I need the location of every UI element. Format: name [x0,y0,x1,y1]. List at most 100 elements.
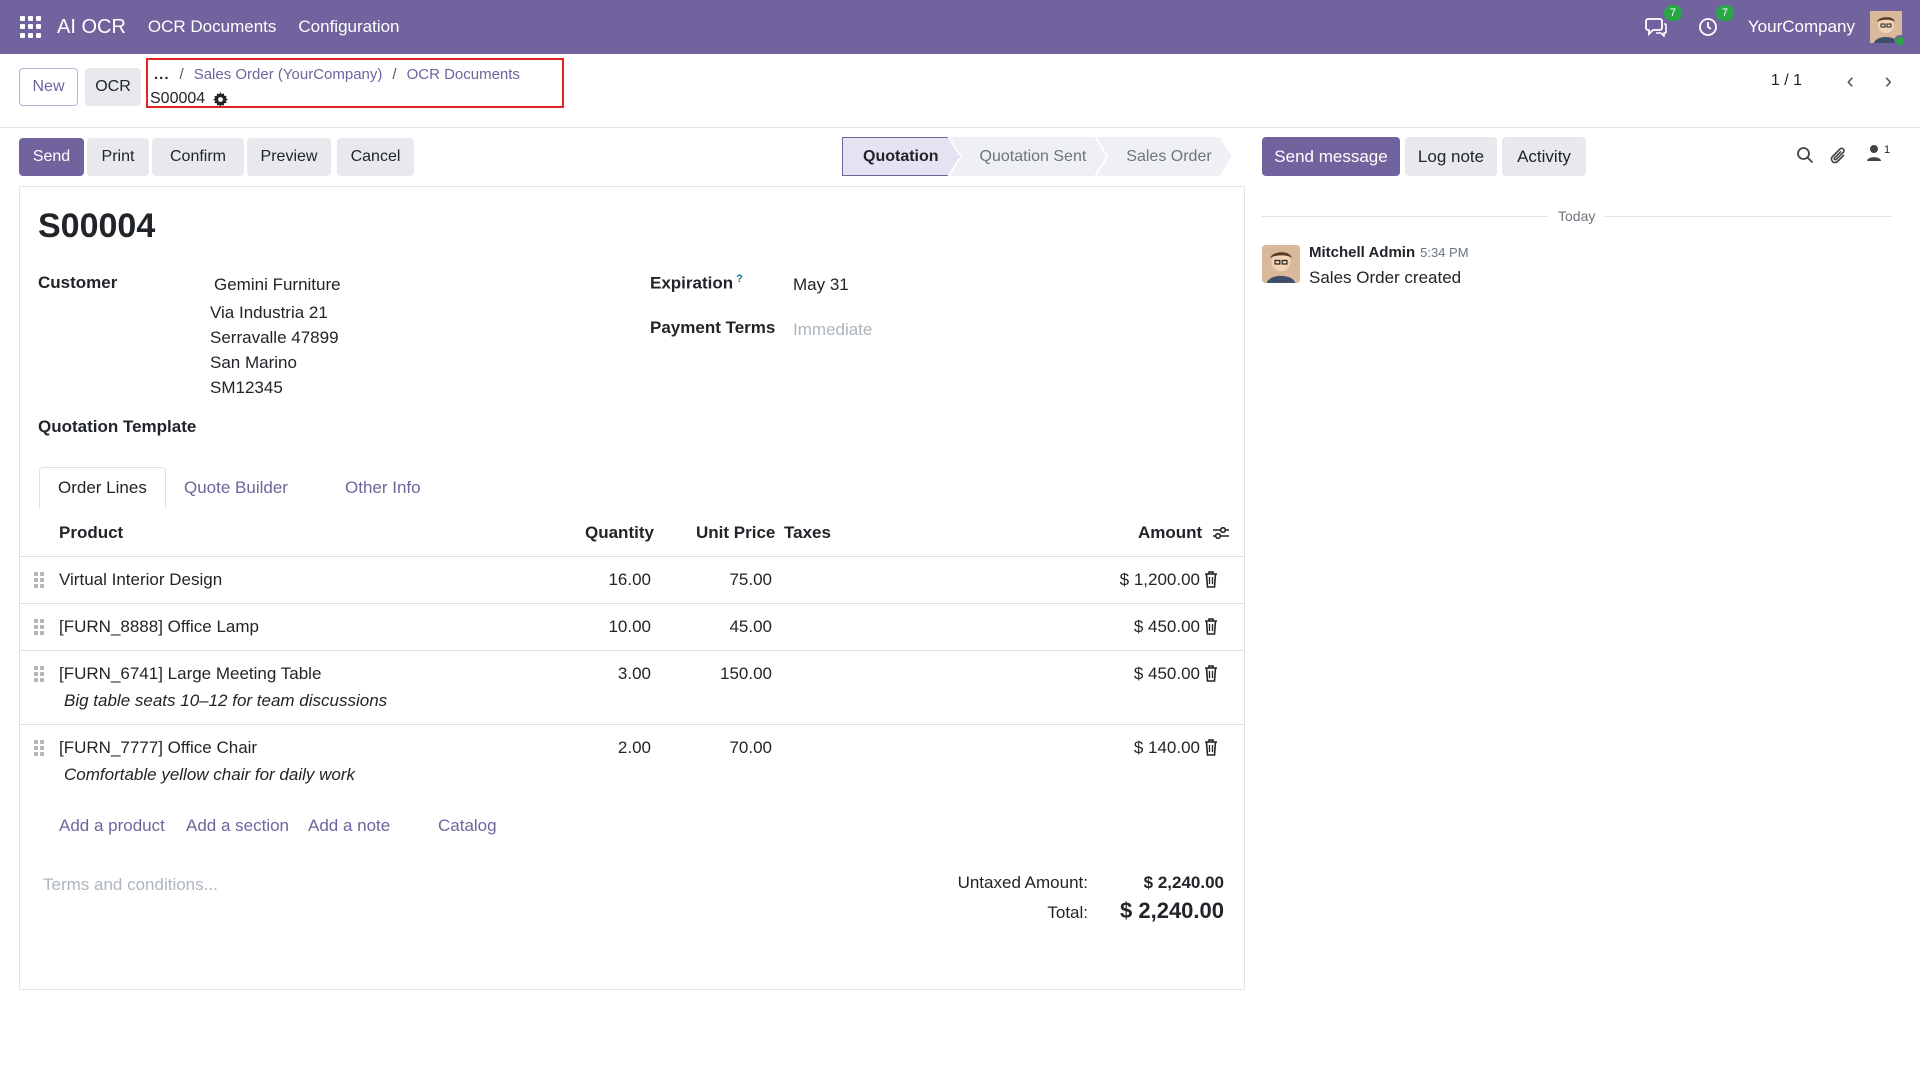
quotation-template-label: Quotation Template [38,417,197,436]
help-tooltip-icon[interactable]: ? [736,273,743,285]
cancel-button[interactable]: Cancel [337,138,414,176]
page-title: S00004 [38,207,156,245]
address-line-city: Serravalle 47899 [210,328,339,347]
menu-configuration[interactable]: Configuration [298,17,399,37]
current-record: S00004 [150,90,229,108]
total-label: Total: [1047,903,1088,922]
payment-terms-field[interactable]: Immediate [793,320,872,340]
row-amount: $ 140.00 [1133,738,1200,757]
delete-trash-icon[interactable] [1204,739,1218,756]
table-row[interactable]: [FURN_8888] Office Lamp 10.00 45.00 $ 45… [20,604,1244,651]
delete-trash-icon[interactable] [1204,618,1218,635]
new-button[interactable]: New [19,68,78,106]
column-unit-price[interactable]: Unit Price [696,523,775,543]
message-author: Mitchell Admin 5:34 PM [1309,244,1469,261]
column-quantity[interactable]: Quantity [585,523,654,543]
drag-handle-icon[interactable] [34,740,44,756]
untaxed-amount-value: $ 2,240.00 [1143,873,1224,892]
confirm-button[interactable]: Confirm [152,138,244,176]
author-avatar[interactable] [1262,245,1300,283]
row-product[interactable]: [FURN_8888] Office Lamp [59,617,259,637]
add-product-link[interactable]: Add a product [59,816,165,836]
row-unit-price[interactable]: 45.00 [729,617,772,637]
row-unit-price[interactable]: 70.00 [729,738,772,758]
paperclip-icon[interactable] [1830,146,1848,166]
row-quantity[interactable]: 3.00 [618,664,651,684]
company-switcher[interactable]: YourCompany [1748,17,1855,37]
row-amount: $ 450.00 [1133,664,1200,683]
message-time: 5:34 PM [1420,245,1469,260]
delete-trash-icon[interactable] [1204,665,1218,682]
table-row[interactable]: Virtual Interior Design 16.00 75.00 $ 1,… [20,557,1244,604]
ocr-button[interactable]: OCR [85,68,141,106]
terms-conditions-field[interactable]: Terms and conditions... [43,875,218,895]
tab-quote-builder[interactable]: Quote Builder [184,467,288,509]
breadcrumb-ocr-documents[interactable]: OCR Documents [407,66,520,83]
control-panel: New OCR ... / Sales Order (YourCompany) … [0,54,1920,128]
menu-ocr-documents[interactable]: OCR Documents [148,17,276,37]
table-row[interactable]: [FURN_7777] Office Chair Comfortable yel… [20,725,1244,799]
top-navbar: AI OCR OCR Documents Configuration 7 7 Y… [0,0,1920,54]
total-value: $ 2,240.00 [1120,898,1224,923]
app-name[interactable]: AI OCR [57,16,126,39]
print-button[interactable]: Print [87,138,149,176]
row-quantity[interactable]: 10.00 [608,617,651,637]
expiration-field[interactable]: May 31 [793,275,849,295]
log-note-button[interactable]: Log note [1405,137,1497,176]
expiration-label: Expiration? [650,273,743,293]
column-amount[interactable]: Amount [1138,523,1202,543]
stage-sales-order[interactable]: Sales Order [1096,137,1231,176]
status-bar: Quotation Quotation Sent Sales Order [842,137,1232,176]
send-button[interactable]: Send [19,138,84,176]
column-product[interactable]: Product [59,523,123,543]
customer-field[interactable]: Gemini Furniture [214,275,341,295]
row-unit-price[interactable]: 150.00 [720,664,772,684]
activities-count-badge: 7 [1715,5,1734,21]
stage-quotation-sent[interactable]: Quotation Sent [950,137,1107,176]
row-description[interactable]: Big table seats 10–12 for team discussio… [64,691,387,711]
activity-button[interactable]: Activity [1502,137,1586,176]
optional-columns-sliders-icon[interactable] [1212,525,1230,541]
followers-button[interactable]: 1 [1866,144,1890,162]
next-record-chevron-right-icon[interactable]: › [1885,68,1892,94]
send-message-button[interactable]: Send message [1262,137,1400,176]
preview-button[interactable]: Preview [247,138,331,176]
add-note-link[interactable]: Add a note [308,816,390,836]
messages-count-badge: 7 [1663,5,1682,21]
row-description[interactable]: Comfortable yellow chair for daily work [64,765,355,785]
stage-quotation[interactable]: Quotation [842,137,960,176]
delete-trash-icon[interactable] [1204,571,1218,588]
row-unit-price[interactable]: 75.00 [729,570,772,590]
search-icon[interactable] [1796,146,1814,164]
message-body: Sales Order created [1309,268,1462,287]
gear-icon[interactable] [213,91,229,107]
row-product[interactable]: Virtual Interior Design [59,570,222,590]
drag-handle-icon[interactable] [34,666,44,682]
tab-other-info[interactable]: Other Info [345,467,421,509]
apps-menu-icon[interactable] [20,16,42,38]
customer-label: Customer [38,273,118,292]
order-lines-header: Product Quantity Unit Price Taxes Amount [20,509,1244,557]
author-name[interactable]: Mitchell Admin [1309,244,1415,261]
previous-record-chevron-left-icon[interactable]: ‹ [1847,68,1854,94]
row-quantity[interactable]: 16.00 [608,570,651,590]
breadcrumb-sales-order[interactable]: Sales Order (YourCompany) [194,66,383,83]
activities-clock-icon[interactable]: 7 [1696,5,1734,39]
drag-handle-icon[interactable] [34,619,44,635]
row-quantity[interactable]: 2.00 [618,738,651,758]
messages-icon[interactable]: 7 [1644,5,1682,39]
pager-value[interactable]: 1 / 1 [1771,72,1802,90]
address-line-country: San Marino [210,353,297,372]
breadcrumb-highlight: ... / Sales Order (YourCompany) / OCR Do… [146,58,564,108]
breadcrumb-more-button[interactable]: ... [154,66,170,83]
catalog-link[interactable]: Catalog [438,816,497,836]
user-avatar[interactable] [1870,11,1906,47]
row-product[interactable]: [FURN_7777] Office Chair [59,738,257,758]
table-row[interactable]: [FURN_6741] Large Meeting Table Big tabl… [20,651,1244,725]
column-taxes[interactable]: Taxes [784,523,831,543]
person-icon [1867,145,1881,161]
drag-handle-icon[interactable] [34,572,44,588]
row-product[interactable]: [FURN_6741] Large Meeting Table [59,664,321,684]
tab-order-lines[interactable]: Order Lines [39,467,166,509]
add-section-link[interactable]: Add a section [186,816,289,836]
